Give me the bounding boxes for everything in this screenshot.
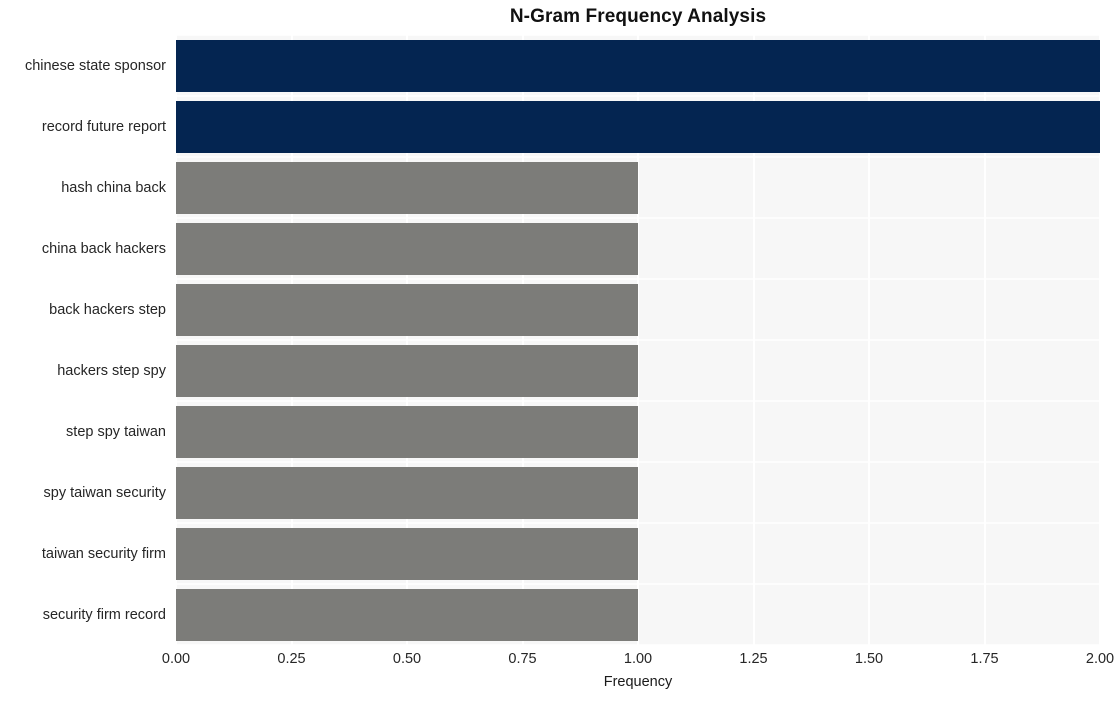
gridline-horizontal (176, 644, 1100, 646)
y-axis-tick-label: chinese state sponsor (24, 57, 166, 74)
x-axis-tick-label: 0.25 (277, 651, 306, 667)
gridline-horizontal (176, 583, 1100, 585)
x-axis-tick-labels: 0.00 0.25 0.50 0.75 1.00 1.25 1.50 1.75 2.00 (162, 651, 1114, 674)
y-axis-tick-label: china back hackers (41, 240, 166, 257)
y-axis-tick-labels: chinese state sponsor record future repor… (0, 35, 171, 645)
x-axis-tick-label: 0.00 (161, 651, 191, 667)
y-axis-tick-label: security firm record (42, 606, 166, 623)
bar (176, 588, 638, 641)
plot-area (175, 34, 1101, 646)
gridline-horizontal (176, 34, 1100, 36)
bar (176, 222, 638, 275)
bar (176, 466, 638, 519)
y-axis-tick-label: step spy taiwan (66, 423, 166, 440)
y-axis-tick-label: record future report (41, 118, 166, 135)
gridline-horizontal (176, 400, 1100, 402)
x-axis-tick-label: 2.00 (1085, 651, 1115, 667)
gridline-horizontal (176, 522, 1100, 524)
x-axis-tick-label: 0.50 (392, 651, 422, 667)
y-axis-tick-label: spy taiwan security (43, 484, 167, 501)
y-axis-tick-label: back hackers step (49, 301, 166, 318)
y-axis-tick-label: taiwan security firm (41, 545, 166, 562)
x-axis-label: Frequency (603, 674, 673, 690)
x-axis-tick-label: 1.25 (739, 651, 768, 667)
chart-figure: N-Gram Frequency Analysis chinese state … (0, 0, 1116, 701)
x-axis-tick-label: 1.00 (623, 651, 653, 667)
bar (176, 344, 638, 397)
bar (176, 161, 638, 214)
gridline-horizontal (176, 339, 1100, 341)
gridline-horizontal (176, 461, 1100, 463)
bar (176, 39, 1100, 92)
gridline-horizontal (176, 278, 1100, 280)
bar (176, 527, 638, 580)
x-axis-tick-label: 0.75 (508, 651, 537, 667)
gridline-horizontal (176, 217, 1100, 219)
gridline-horizontal (176, 95, 1100, 97)
bar (176, 100, 1100, 153)
bar (176, 283, 638, 336)
gridline-horizontal (176, 156, 1100, 158)
x-axis-tick-label: 1.75 (970, 651, 999, 667)
chart-title: N-Gram Frequency Analysis (509, 6, 767, 27)
y-axis-tick-label: hackers step spy (57, 362, 166, 379)
y-axis-tick-label: hash china back (61, 179, 166, 196)
x-axis-tick-label: 1.50 (854, 651, 884, 667)
bar (176, 405, 638, 458)
